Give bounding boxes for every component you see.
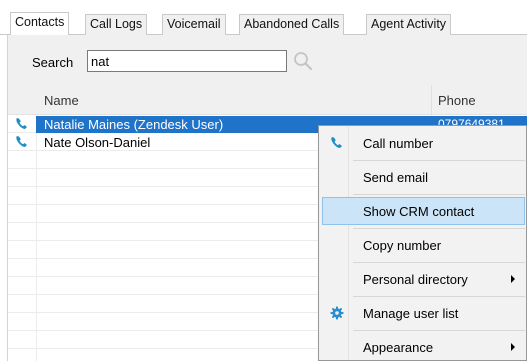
phone-icon[interactable] bbox=[14, 116, 36, 132]
menu-separator bbox=[353, 330, 525, 331]
menu-item-label: Send email bbox=[363, 170, 429, 185]
menu-item-label: Copy number bbox=[363, 238, 442, 253]
column-header-phone[interactable]: Phone bbox=[438, 93, 476, 108]
menu-item-call-number[interactable]: Call number bbox=[322, 129, 525, 157]
column-header-name[interactable]: Name bbox=[44, 93, 79, 108]
column-divider[interactable] bbox=[431, 85, 432, 115]
menu-item-show-crm-contact[interactable]: Show CRM contact bbox=[322, 197, 525, 225]
tab-contacts[interactable]: Contacts bbox=[10, 12, 70, 35]
search-row: Search bbox=[8, 35, 527, 85]
submenu-arrow-icon bbox=[511, 343, 515, 351]
submenu-arrow-icon bbox=[511, 275, 515, 283]
search-button[interactable] bbox=[290, 48, 316, 74]
magnifier-icon bbox=[294, 52, 313, 71]
tab-abandoned-calls[interactable]: Abandoned Calls bbox=[239, 14, 345, 35]
menu-item-personal-directory[interactable]: Personal directory bbox=[322, 265, 525, 293]
menu-item-manage-user-list[interactable]: Manage user list bbox=[322, 299, 525, 327]
menu-separator bbox=[353, 160, 525, 161]
tab-call-logs[interactable]: Call Logs bbox=[85, 14, 148, 35]
search-label: Search bbox=[32, 55, 74, 70]
phone-icon[interactable] bbox=[14, 134, 36, 150]
menu-item-label: Manage user list bbox=[363, 306, 459, 321]
search-input[interactable] bbox=[87, 50, 287, 72]
contact-name: Nate Olson-Daniel bbox=[44, 135, 151, 150]
contact-name: Natalie Maines (Zendesk User) bbox=[44, 117, 224, 132]
menu-item-label: Show CRM contact bbox=[363, 204, 475, 219]
menu-item-label: Call number bbox=[363, 136, 434, 151]
context-menu: Call number Send email Show CRM contact … bbox=[318, 125, 527, 361]
menu-separator bbox=[353, 262, 525, 263]
menu-item-label: Personal directory bbox=[363, 272, 468, 287]
tab-voicemail[interactable]: Voicemail bbox=[162, 14, 226, 35]
menu-item-label: Appearance bbox=[363, 340, 434, 355]
phone-icon bbox=[329, 135, 345, 151]
menu-separator bbox=[353, 296, 525, 297]
menu-item-send-email[interactable]: Send email bbox=[322, 163, 525, 191]
menu-item-copy-number[interactable]: Copy number bbox=[322, 231, 525, 259]
list-header: Name Phone bbox=[8, 85, 527, 115]
menu-separator bbox=[353, 194, 525, 195]
tab-agent-activity[interactable]: Agent Activity bbox=[366, 14, 452, 35]
menu-item-appearance[interactable]: Appearance bbox=[322, 333, 525, 361]
menu-separator bbox=[353, 228, 525, 229]
gear-icon bbox=[329, 305, 345, 321]
